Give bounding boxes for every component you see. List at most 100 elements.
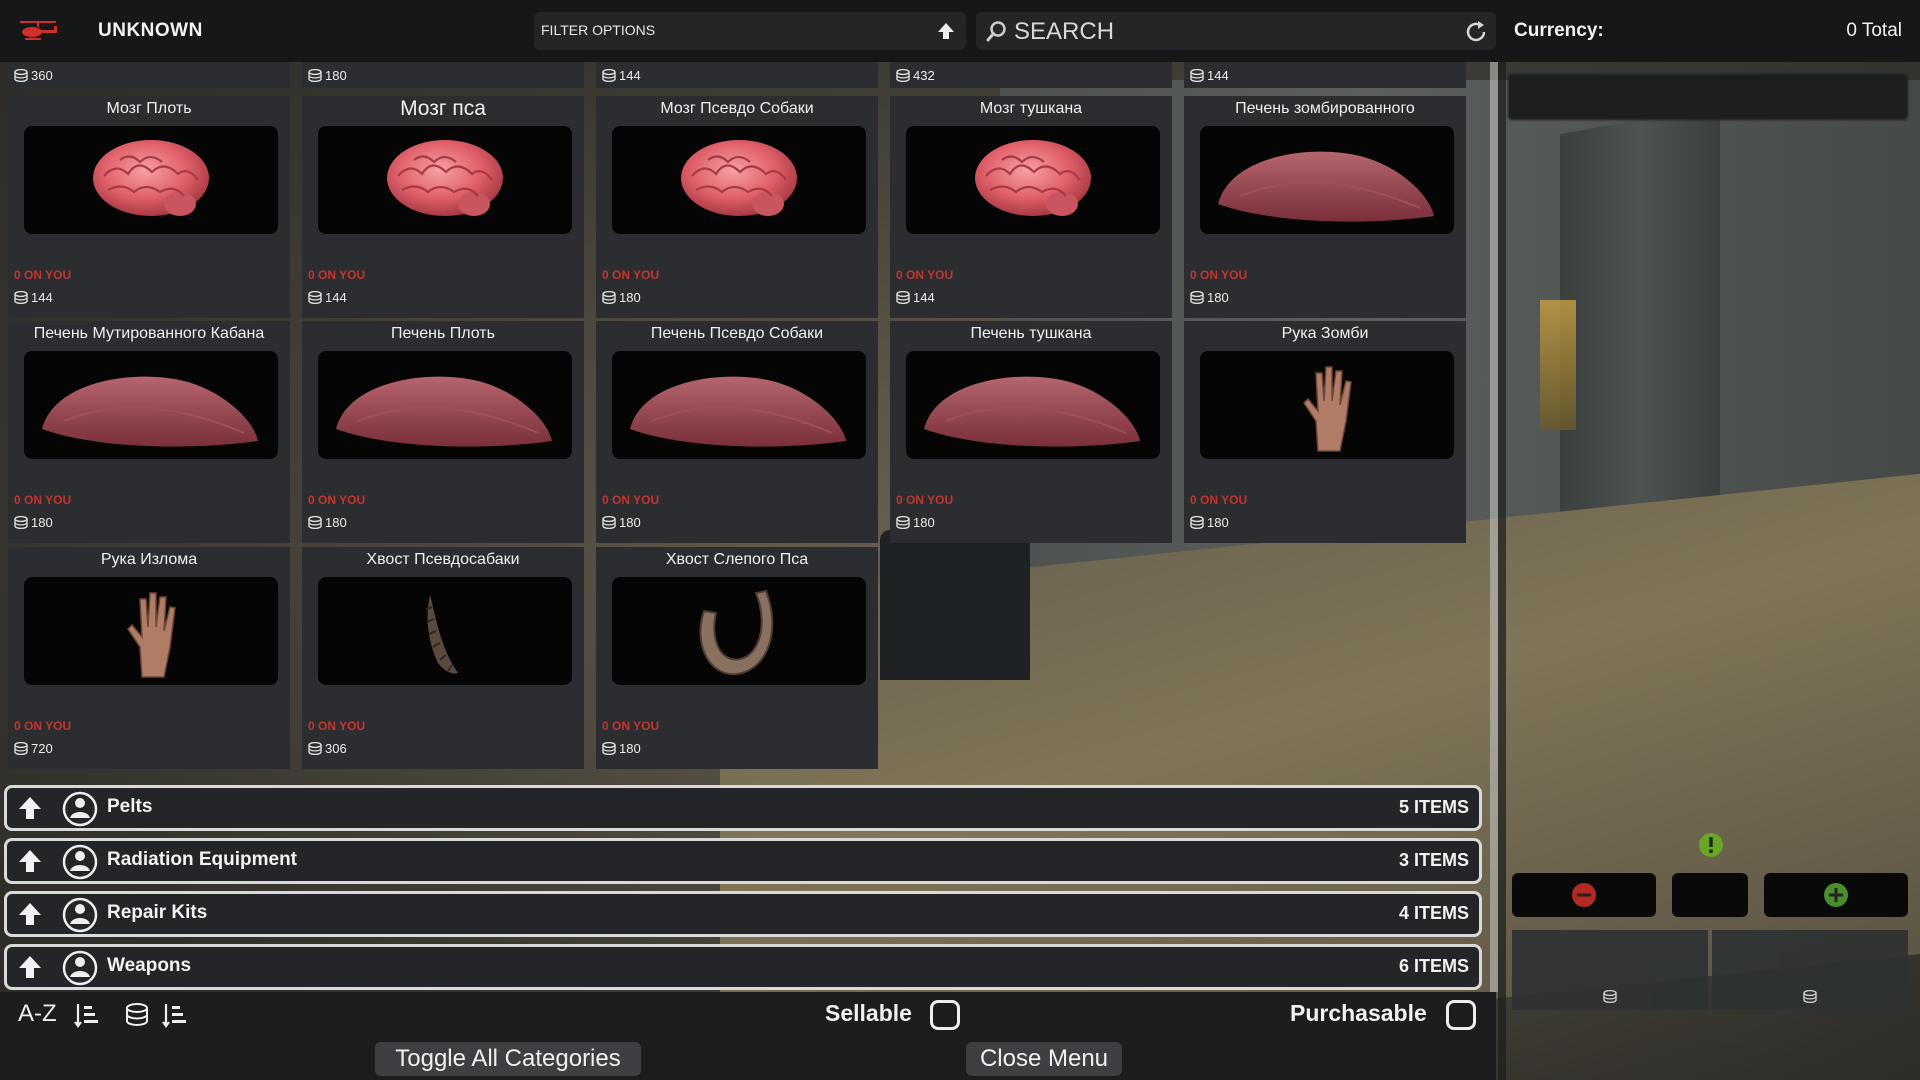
increase-quantity-button[interactable] — [1764, 873, 1908, 917]
category-weapons[interactable]: Weapons 6 ITEMS — [4, 944, 1482, 990]
item-name: Печень тушкана — [970, 325, 1092, 342]
item-price: 144 — [325, 290, 347, 305]
item-price: 360 — [31, 68, 53, 83]
background-window — [1540, 300, 1576, 430]
prev-row-item[interactable]: 180 — [302, 62, 584, 88]
category-radiation-equipment[interactable]: Radiation Equipment 3 ITEMS — [4, 838, 1482, 884]
item-image — [612, 126, 866, 234]
decrease-quantity-button[interactable] — [1512, 873, 1656, 917]
item-image — [24, 351, 278, 459]
coin-icon — [896, 69, 910, 82]
coin-icon — [1190, 516, 1204, 529]
item-card[interactable]: Печень Плоть 0 ON YOU 180 — [302, 321, 584, 543]
item-card[interactable]: Печень Мутированного Кабана 0 ON YOU 180 — [8, 321, 290, 543]
item-card[interactable]: Рука Излома 0 ON YOU 720 — [8, 547, 290, 769]
arrow-up-icon[interactable] — [17, 954, 43, 980]
item-on-you: 0 ON YOU — [602, 719, 660, 733]
item-on-you: 0 ON YOU — [1190, 493, 1248, 507]
item-name: Мозг пса — [400, 97, 486, 120]
item-name: Рука Излома — [100, 551, 198, 568]
coin-icon — [1190, 69, 1204, 82]
filter-options-button[interactable]: FILTER OPTIONS — [534, 12, 966, 50]
item-price: 306 — [325, 741, 347, 756]
sort-az-button[interactable]: A-Z — [18, 1000, 57, 1028]
trader-icon — [62, 897, 98, 933]
item-image — [612, 351, 866, 459]
trader-icon — [62, 844, 98, 880]
arrow-up-icon[interactable] — [17, 795, 43, 821]
search-input[interactable]: SEARCH — [976, 12, 1496, 50]
coin-icon — [602, 742, 616, 755]
item-card[interactable]: Мозг Плоть 0 ON YOU 144 — [8, 96, 290, 318]
sort-list-icon[interactable] — [74, 1002, 100, 1028]
item-card[interactable]: Печень Псевдо Собаки 0 ON YOU 180 — [596, 321, 878, 543]
item-on-you: 0 ON YOU — [602, 268, 660, 282]
category-pelts[interactable]: Pelts 5 ITEMS — [4, 785, 1482, 831]
item-card[interactable]: Хвост Слепого Пса 0 ON YOU 180 — [596, 547, 878, 769]
refresh-icon[interactable] — [1464, 20, 1488, 44]
search-icon — [986, 21, 1006, 42]
item-price: 432 — [913, 68, 935, 83]
arrow-up-icon[interactable] — [17, 848, 43, 874]
category-count: 3 ITEMS — [1398, 850, 1469, 870]
item-price: 180 — [325, 515, 347, 530]
top-bar: UNKNOWN FILTER OPTIONS SEARCH — [0, 0, 1504, 62]
item-on-you: 0 ON YOU — [308, 268, 366, 282]
item-name: Хвост Псевдосабаки — [366, 551, 520, 568]
category-name: Repair Kits — [107, 902, 208, 923]
item-image — [318, 351, 572, 459]
prev-row-item[interactable]: 432 — [890, 62, 1172, 88]
item-price: 180 — [325, 68, 347, 83]
item-card[interactable]: Мозг пса 0 ON YOU 144 — [302, 96, 584, 318]
prev-row-item[interactable]: 360 — [8, 62, 290, 88]
category-name: Pelts — [107, 796, 153, 817]
coin-icon — [1603, 990, 1617, 1003]
category-repair-kits[interactable]: Repair Kits 4 ITEMS — [4, 891, 1482, 937]
item-card[interactable]: Печень тушкана 0 ON YOU 180 — [890, 321, 1172, 543]
sellable-checkbox[interactable] — [930, 1000, 960, 1030]
panel-divider[interactable] — [1490, 62, 1498, 992]
coin-icon — [308, 516, 322, 529]
item-card[interactable]: Мозг Псевдо Собаки 0 ON YOU 180 — [596, 96, 878, 318]
purchasable-label: Purchasable — [1290, 1000, 1427, 1026]
filter-options-label: FILTER OPTIONS — [541, 22, 656, 38]
item-image — [24, 577, 278, 685]
coin-icon — [14, 291, 28, 304]
item-card[interactable]: Печень зомбированного 0 ON YOU 180 — [1184, 96, 1466, 318]
item-image — [906, 351, 1160, 459]
sort-list-icon[interactable] — [162, 1002, 188, 1028]
category-count: 6 ITEMS — [1398, 956, 1469, 976]
item-name: Хвост Слепого Пса — [665, 551, 809, 568]
item-name: Мозг Псевдо Собаки — [660, 100, 814, 117]
sell-price-box[interactable] — [1512, 930, 1708, 1010]
item-name: Печень Мутированного Кабана — [33, 325, 265, 342]
item-price: 180 — [619, 515, 641, 530]
coin-stack-icon[interactable] — [124, 1002, 150, 1028]
close-menu-button[interactable]: Close Menu — [966, 1042, 1122, 1076]
toggle-all-categories-button[interactable]: Toggle All Categories — [375, 1042, 641, 1076]
buy-price-box[interactable] — [1712, 930, 1908, 1010]
item-card[interactable]: Рука Зомби 0 ON YOU 180 — [1184, 321, 1466, 543]
item-price: 144 — [1207, 68, 1229, 83]
category-count: 5 ITEMS — [1398, 797, 1469, 817]
quantity-field[interactable] — [1672, 873, 1748, 917]
coin-icon — [896, 291, 910, 304]
item-image — [1200, 126, 1454, 234]
item-on-you: 0 ON YOU — [14, 268, 72, 282]
item-name: Печень зомбированного — [1235, 100, 1415, 117]
purchasable-checkbox[interactable] — [1446, 1000, 1476, 1030]
prev-row-item[interactable]: 144 — [1184, 62, 1466, 88]
arrow-up-icon[interactable] — [17, 901, 43, 927]
item-card[interactable]: Мозг тушкана 0 ON YOU 144 — [890, 96, 1172, 318]
item-on-you: 0 ON YOU — [896, 268, 954, 282]
item-price: 180 — [913, 515, 935, 530]
prev-row-item[interactable]: 144 — [596, 62, 878, 88]
item-card[interactable]: Хвост Псевдосабаки 0 ON YOU 306 — [302, 547, 584, 769]
item-name: Мозг Плоть — [106, 100, 192, 117]
coin-icon — [14, 69, 28, 82]
coin-icon — [14, 742, 28, 755]
item-price: 144 — [31, 290, 53, 305]
coin-icon — [308, 69, 322, 82]
coin-icon — [602, 69, 616, 82]
item-on-you: 0 ON YOU — [308, 719, 366, 733]
